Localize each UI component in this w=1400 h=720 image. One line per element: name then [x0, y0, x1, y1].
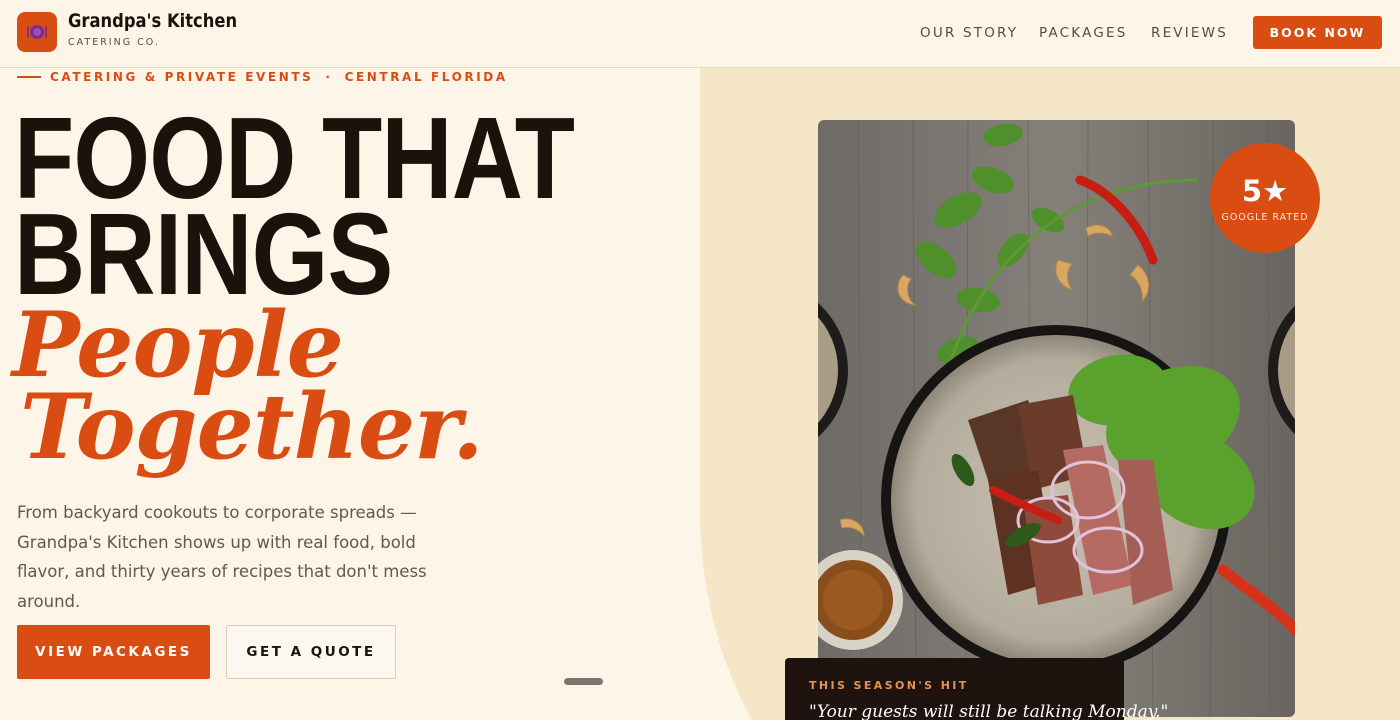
- quote-card-eyebrow: THIS SEASON'S HIT: [809, 679, 969, 692]
- logo[interactable]: [17, 12, 57, 52]
- hero-description: From backyard cookouts to corporate spre…: [17, 503, 427, 611]
- rating-value: 5★: [1241, 174, 1289, 208]
- quote-card-text: "Your guests will still be talking Monda…: [809, 702, 1169, 720]
- get-quote-button[interactable]: GET A QUOTE: [226, 625, 396, 679]
- eyebrow-rule: [17, 76, 41, 78]
- eyebrow-separator: ·: [325, 70, 333, 84]
- nav-packages[interactable]: PACKAGES: [1039, 25, 1127, 41]
- brand-tagline: CATERING CO.: [68, 37, 160, 48]
- eyebrow-services: CATERING & PRIVATE EVENTS: [50, 70, 314, 84]
- view-packages-button[interactable]: VIEW PACKAGES: [17, 625, 210, 679]
- google-rating-badge: 5★ GOOGLE RATED: [1210, 143, 1320, 253]
- book-now-button[interactable]: BOOK NOW: [1253, 16, 1382, 49]
- hero-eyebrow: CATERING & PRIVATE EVENTS · CENTRAL FLOR…: [17, 70, 508, 84]
- site-header: Grandpa's Kitchen CATERING CO. OUR STORY…: [0, 0, 1400, 68]
- plate-icon: [27, 25, 47, 39]
- nav-our-story[interactable]: OUR STORY: [920, 25, 1018, 41]
- brand-name[interactable]: Grandpa's Kitchen: [68, 10, 237, 32]
- headline-accent-line-2: Together.: [20, 374, 484, 480]
- scroll-indicator[interactable]: [564, 678, 603, 685]
- eyebrow-location: CENTRAL FLORIDA: [344, 70, 508, 84]
- rating-label: GOOGLE RATED: [1221, 212, 1309, 223]
- seasonal-quote-card: THIS SEASON'S HIT "Your guests will stil…: [785, 658, 1169, 720]
- nav-reviews[interactable]: REVIEWS: [1151, 25, 1228, 41]
